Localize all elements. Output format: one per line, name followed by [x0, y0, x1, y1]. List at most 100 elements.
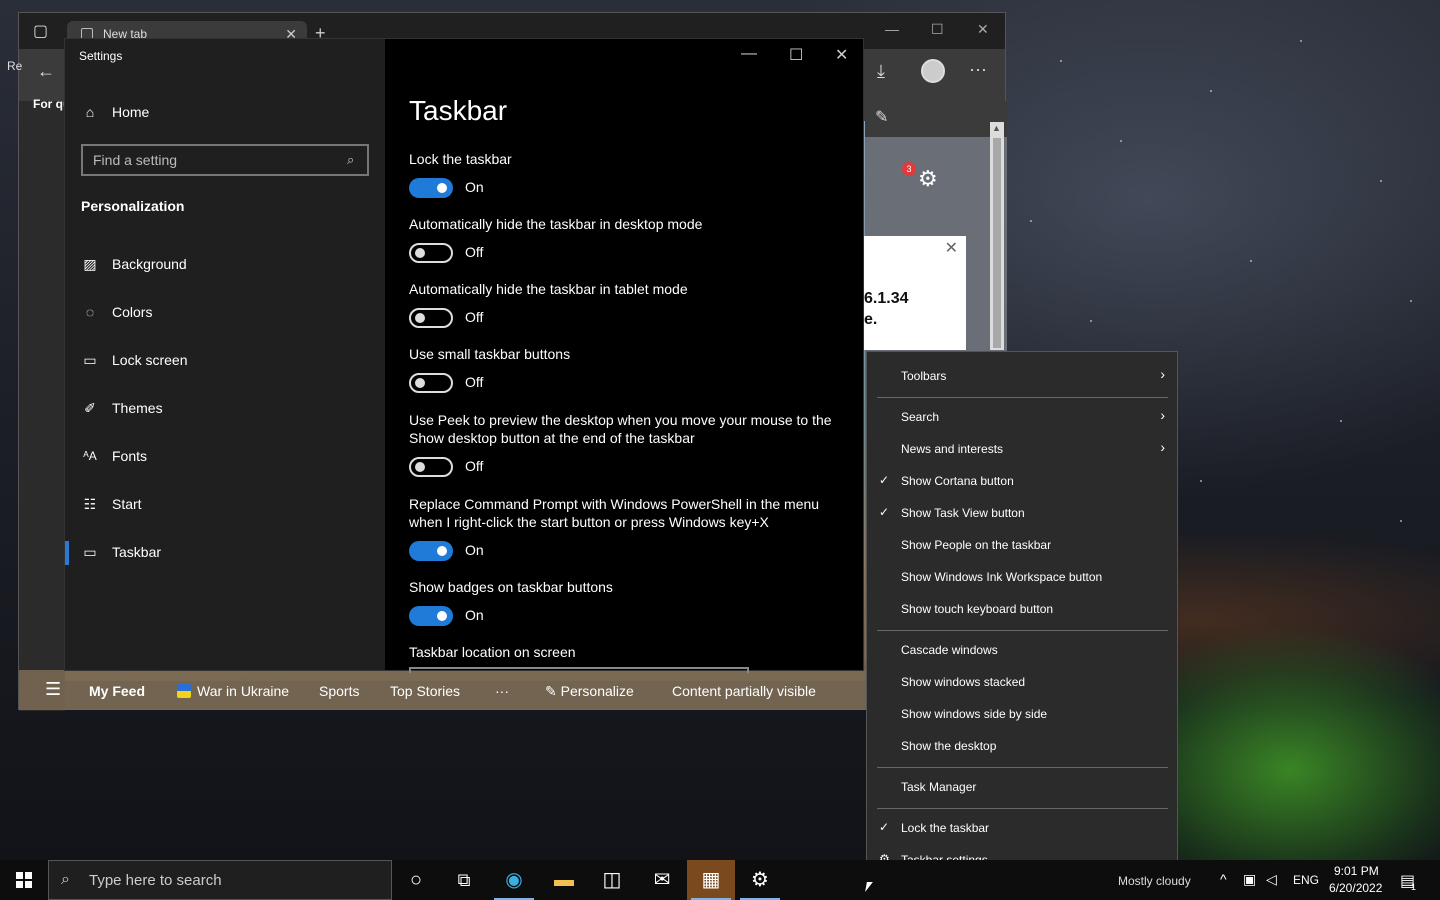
- feed-top-stories[interactable]: Top Stories: [390, 683, 460, 699]
- setting-powershell: Replace Command Prompt with Windows Powe…: [409, 495, 849, 565]
- mail-button[interactable]: ✉: [638, 860, 686, 900]
- sidebar-item-label: Taskbar: [112, 544, 162, 560]
- scroll-thumb[interactable]: [993, 138, 1001, 348]
- feed-personalize[interactable]: ✎ Personalize: [545, 683, 634, 700]
- setting-autohide-desktop: Automatically hide the taskbar in deskto…: [409, 215, 849, 267]
- check-icon: ✓: [879, 505, 890, 519]
- settings-sidebar: Settings ⌂ Home ⌕ Personalization ▨ Back…: [65, 39, 385, 670]
- menu-item-toolbars[interactable]: Toolbars ›: [867, 360, 1177, 392]
- menu-separator: [877, 397, 1168, 398]
- popup-close-icon[interactable]: ✕: [945, 238, 958, 258]
- scroll-up-icon[interactable]: ▲: [992, 123, 1001, 133]
- sidebar-item-background[interactable]: ▨ Background: [65, 245, 385, 285]
- badges-toggle[interactable]: [409, 606, 453, 626]
- sidebar-item-fonts[interactable]: ᴬA Fonts: [65, 437, 385, 477]
- sidebar-item-colors[interactable]: ◌ Colors: [65, 293, 385, 333]
- settings-minimize-icon[interactable]: —: [741, 45, 757, 63]
- menu-item-cortana[interactable]: ✓ Show Cortana button: [867, 465, 1177, 497]
- page-settings-gear-icon[interactable]: ⚙: [918, 166, 938, 192]
- back-icon[interactable]: ←: [37, 61, 55, 82]
- menu-item-search[interactable]: Search ›: [867, 401, 1177, 433]
- sidebar-item-taskbar[interactable]: ▭ Taskbar: [65, 533, 385, 573]
- left-label-1: Re: [7, 59, 23, 73]
- edge-icon: ◉: [505, 869, 523, 891]
- browser-minimize-icon[interactable]: —: [885, 21, 899, 37]
- setting-autohide-tablet: Automatically hide the taskbar in tablet…: [409, 280, 849, 332]
- menu-item-news[interactable]: News and interests ›: [867, 433, 1177, 465]
- find-setting-input[interactable]: [81, 144, 369, 176]
- sidebar-item-themes[interactable]: ✐ Themes: [65, 389, 385, 429]
- menu-item-show-desktop[interactable]: Show the desktop: [867, 730, 1177, 762]
- feed-more[interactable]: ···: [495, 683, 509, 699]
- setting-label: Replace Command Prompt with Windows Powe…: [409, 496, 820, 530]
- weather-text[interactable]: Mostly cloudy: [1118, 874, 1191, 888]
- menu-item-ink-workspace[interactable]: Show Windows Ink Workspace button: [867, 561, 1177, 593]
- setting-label: Automatically hide the taskbar in deskto…: [409, 216, 703, 232]
- browser-close-icon[interactable]: ✕: [977, 21, 989, 38]
- feed-my-feed[interactable]: My Feed: [89, 683, 145, 699]
- menu-item-side-by-side[interactable]: Show windows side by side: [867, 698, 1177, 730]
- clock-date[interactable]: 6/20/2022: [1329, 881, 1382, 895]
- lock-taskbar-toggle[interactable]: [409, 178, 453, 198]
- pin-icon[interactable]: ✎: [875, 107, 888, 127]
- language-indicator[interactable]: ENG: [1293, 873, 1319, 887]
- sidebar-item-label: Start: [112, 496, 142, 512]
- palette-icon: ◌: [85, 304, 95, 320]
- browser-scrollbar[interactable]: ▲: [990, 122, 1004, 350]
- start-button[interactable]: [0, 860, 48, 900]
- menu-item-people[interactable]: Show People on the taskbar: [867, 529, 1177, 561]
- network-icon[interactable]: ▣: [1243, 871, 1256, 888]
- menu-item-label: Show the desktop: [901, 739, 997, 753]
- chevron-up-icon[interactable]: ^: [1220, 871, 1227, 887]
- task-view-button[interactable]: ⧉: [440, 860, 488, 900]
- menu-item-task-view[interactable]: ✓ Show Task View button: [867, 497, 1177, 529]
- volume-muted-icon[interactable]: ◁: [1266, 871, 1277, 888]
- search-icon[interactable]: ⌕: [347, 152, 354, 168]
- menu-item-stacked[interactable]: Show windows stacked: [867, 666, 1177, 698]
- taskbar-search-box[interactable]: ⌕ Type here to search: [48, 860, 392, 900]
- store-button[interactable]: ◫: [588, 860, 636, 900]
- menu-separator: [877, 767, 1168, 768]
- file-explorer-button[interactable]: ▬: [540, 860, 588, 900]
- small-buttons-toggle[interactable]: [409, 373, 453, 393]
- settings-close-icon[interactable]: ✕: [835, 45, 848, 65]
- search-icon: ⌕: [61, 871, 70, 888]
- clock-time[interactable]: 9:01 PM: [1334, 864, 1379, 878]
- edge-app-button[interactable]: ◉: [490, 860, 538, 900]
- pencil-icon: ✎: [545, 683, 561, 699]
- profile-avatar[interactable]: [921, 59, 945, 83]
- menu-item-touch-keyboard[interactable]: Show touch keyboard button: [867, 593, 1177, 625]
- sidebar-item-label: Fonts: [112, 448, 148, 464]
- taskbar-icon: ▭: [83, 544, 97, 560]
- control-panel-button[interactable]: ▦: [687, 860, 735, 900]
- feed-content-visibility[interactable]: Content partially visible: [672, 683, 816, 699]
- more-options-icon[interactable]: ···: [969, 59, 987, 80]
- taskbar-location-dropdown[interactable]: [409, 667, 749, 673]
- task-view-icon: ⧉: [457, 870, 471, 890]
- cortana-button[interactable]: ○: [392, 860, 440, 900]
- settings-maximize-icon[interactable]: ☐: [789, 45, 803, 65]
- feed-war-in-ukraine[interactable]: War in Ukraine: [177, 683, 289, 699]
- setting-label: Automatically hide the taskbar in tablet…: [409, 281, 688, 297]
- sidebar-item-lock-screen[interactable]: ▭ Lock screen: [65, 341, 385, 381]
- menu-item-label: Show Task View button: [901, 506, 1025, 520]
- sidebar-item-start[interactable]: ☷ Start: [65, 485, 385, 525]
- feed-sports[interactable]: Sports: [319, 683, 359, 699]
- peek-toggle[interactable]: [409, 457, 453, 477]
- image-icon: ▨: [83, 256, 97, 272]
- sidebar-item-home[interactable]: ⌂ Home: [65, 93, 385, 133]
- menu-item-task-manager[interactable]: Task Manager: [867, 771, 1177, 803]
- section-heading: Personalization: [81, 198, 185, 214]
- tab-actions-icon[interactable]: ▢: [33, 21, 48, 41]
- hamburger-menu-icon[interactable]: ☰: [45, 679, 61, 700]
- settings-app-button[interactable]: ⚙: [736, 860, 784, 900]
- menu-item-lock-taskbar[interactable]: ✓ Lock the taskbar: [867, 812, 1177, 844]
- toggle-state: Off: [465, 244, 484, 260]
- download-icon[interactable]: ⤓: [877, 61, 885, 82]
- autohide-tablet-toggle[interactable]: [409, 308, 453, 328]
- powershell-toggle[interactable]: [409, 541, 453, 561]
- autohide-desktop-toggle[interactable]: [409, 243, 453, 263]
- menu-item-cascade[interactable]: Cascade windows: [867, 634, 1177, 666]
- browser-maximize-icon[interactable]: ☐: [931, 21, 944, 38]
- toggle-state: On: [465, 179, 484, 195]
